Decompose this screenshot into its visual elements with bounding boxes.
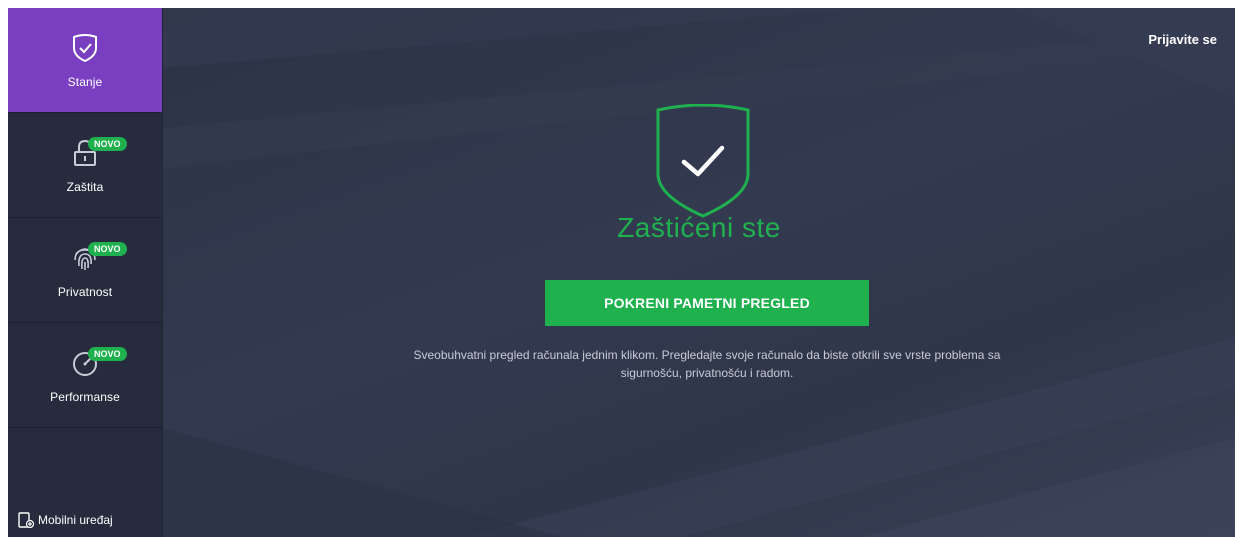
status-title: Zaštićeni ste — [617, 212, 781, 243]
new-badge: NOVO — [88, 347, 127, 361]
mobile-device-link[interactable]: Mobilni uređaj — [8, 503, 162, 537]
mobile-device-icon — [18, 512, 34, 528]
sidebar-item-label: Performanse — [50, 390, 120, 404]
main-panel: Prijavite se Zaštićeni ste POKRENI PAMET… — [163, 8, 1235, 537]
sidebar-item-stanje[interactable]: Stanje — [8, 8, 162, 113]
app-window: Stanje NOVO Zaštita NOVO Privatnost NOVO… — [8, 8, 1235, 537]
shield-check-icon — [68, 31, 102, 65]
sidebar-item-label: Stanje — [67, 75, 103, 89]
smart-scan-button[interactable]: POKRENI PAMETNI PREGLED — [545, 280, 869, 326]
new-badge: NOVO — [88, 242, 127, 256]
scan-description: Sveobuhvatni pregled računala jednim kli… — [413, 348, 1001, 380]
new-badge: NOVO — [88, 137, 127, 151]
sidebar-item-label: Zaštita — [66, 180, 104, 194]
sidebar-item-privatnost[interactable]: NOVO Privatnost — [8, 218, 162, 323]
mobile-device-label: Mobilni uređaj — [38, 513, 113, 527]
sidebar-item-zastita[interactable]: NOVO Zaštita — [8, 113, 162, 218]
sidebar: Stanje NOVO Zaštita NOVO Privatnost NOVO… — [8, 8, 163, 537]
sidebar-item-label: Privatnost — [57, 285, 113, 299]
sidebar-item-performanse[interactable]: NOVO Performanse — [8, 323, 162, 428]
status-section: Zaštićeni ste POKRENI PAMETNI PREGLED Sv… — [163, 8, 1235, 537]
shield-check-icon — [656, 104, 750, 218]
